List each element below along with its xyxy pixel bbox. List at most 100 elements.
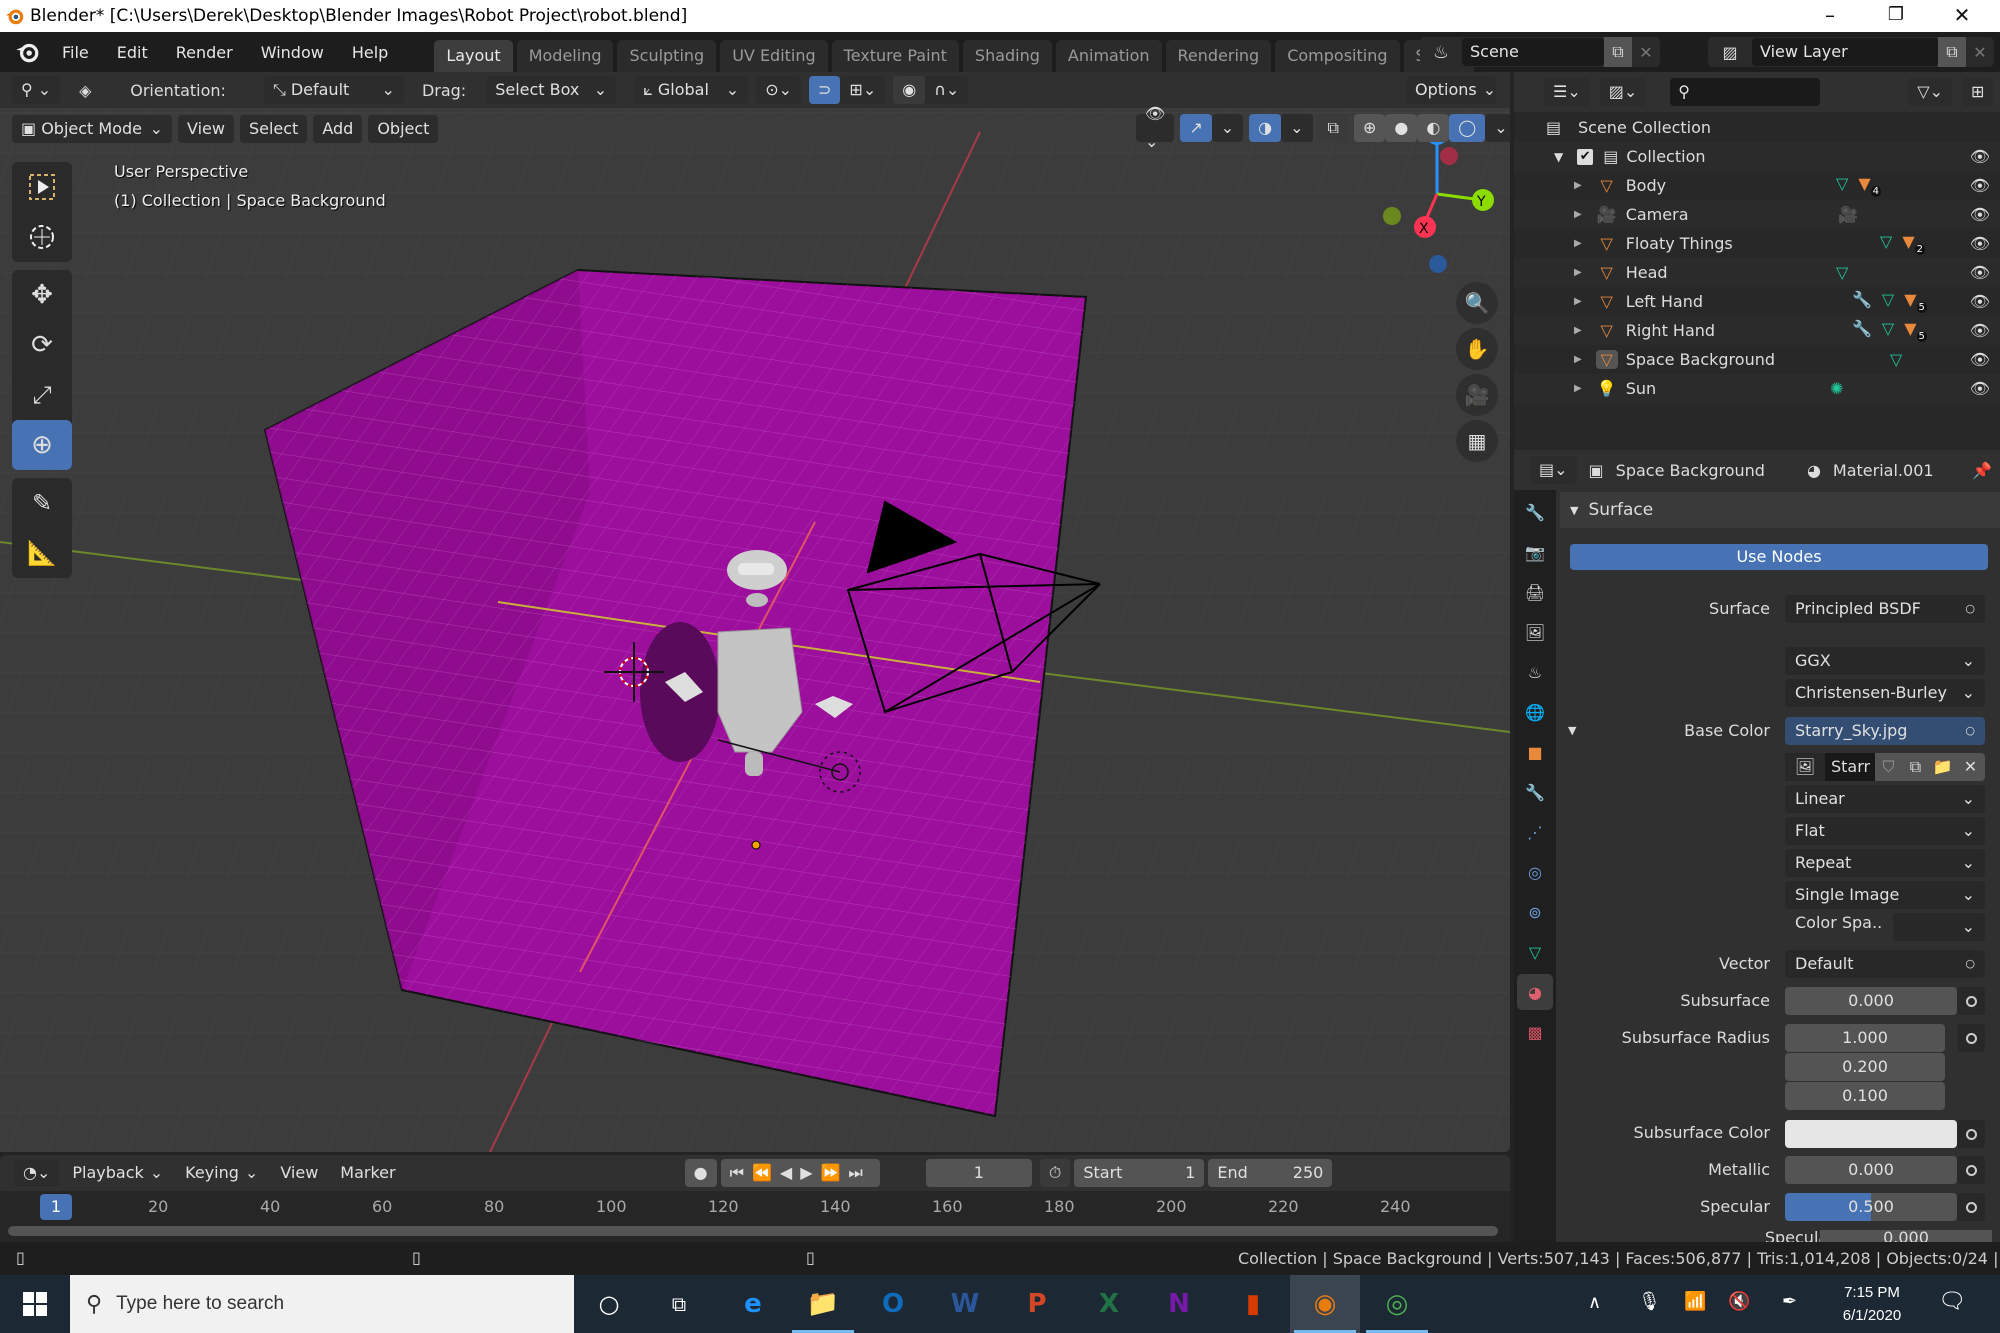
subsurface-radius-x[interactable]: 1.000	[1785, 1024, 1945, 1052]
scale-tool[interactable]: ⤢	[12, 370, 72, 420]
extension-dropdown[interactable]: Repeat ⌄	[1785, 849, 1985, 877]
duplicate-image-icon[interactable]: ⧉	[1902, 753, 1929, 781]
distribution-dropdown[interactable]: GGX ⌄	[1785, 647, 1985, 675]
duplicate-view-layer-icon[interactable]: ⧉	[1938, 37, 1966, 67]
delete-scene-icon[interactable]: ✕	[1632, 43, 1660, 62]
subsurface-slider[interactable]: 0.000	[1785, 987, 1957, 1015]
cortana-button[interactable]: ○	[574, 1275, 644, 1333]
tab-particles[interactable]: ⋰	[1517, 814, 1553, 850]
transform-tool[interactable]: ⊕	[12, 420, 72, 470]
taskbar-search-box[interactable]: ⚲ Type here to search	[70, 1275, 574, 1333]
subsurface-method-dropdown[interactable]: Christensen-Burley ⌄	[1785, 679, 1985, 707]
playback-menu[interactable]: Playback ⌄	[63, 1159, 172, 1187]
options-dropdown[interactable]: Options ⌄	[1406, 76, 1496, 104]
expand-arrow-icon[interactable]: ▶	[1574, 296, 1582, 307]
taskbar-app-file-explorer[interactable]: 📁	[788, 1275, 858, 1333]
view-layer-name[interactable]: View Layer	[1752, 38, 1938, 66]
camera-data-icon[interactable]: 🎥	[1838, 205, 1858, 224]
subsurface-socket-icon[interactable]	[1957, 987, 1985, 1015]
duplicate-scene-icon[interactable]: ⧉	[1604, 37, 1632, 67]
camera-view-button[interactable]: 🎥	[1456, 374, 1498, 416]
tab-tool[interactable]: 🔧	[1517, 494, 1553, 530]
overlay-dropdown[interactable]: ⌄	[1281, 114, 1313, 142]
start-button[interactable]	[0, 1275, 70, 1333]
mesh-data-icon[interactable]: ▽	[1880, 232, 1892, 254]
expand-arrow-icon[interactable]: ▶	[1574, 238, 1582, 249]
modifier-wrench-icon[interactable]: 🔧	[1852, 319, 1872, 341]
subsurface-radius-y[interactable]: 0.200	[1785, 1053, 1945, 1081]
maximize-button[interactable]: ❐	[1866, 0, 1926, 32]
taskbar-app-edge[interactable]: e	[718, 1275, 788, 1333]
base-color-expand-icon[interactable]: ▼	[1568, 724, 1576, 737]
collection-checkbox[interactable]: ✔	[1577, 148, 1594, 165]
specular-tint-value[interactable]: 0.000	[1820, 1230, 1992, 1242]
tool-icon-dropdown[interactable]: ⚲ ⌄	[12, 76, 61, 104]
taskbar-app-office[interactable]: ▮	[1218, 1275, 1288, 1333]
proportional-edit-toggle[interactable]: ◉	[893, 76, 926, 104]
preview-range-icon[interactable]: ⏱	[1039, 1159, 1071, 1187]
outliner-item[interactable]: ▶ 💡 Sun ✺ 👁	[1514, 374, 2000, 403]
visibility-eye-icon[interactable]: 👁	[1970, 350, 1990, 369]
minimize-button[interactable]: –	[1800, 0, 1860, 32]
viewport-menu-add[interactable]: Add	[313, 115, 363, 143]
cursor-tool[interactable]	[12, 212, 72, 262]
visibility-eye-icon[interactable]: 👁	[1970, 234, 1990, 253]
close-button[interactable]: ✕	[1932, 0, 1992, 32]
metallic-socket-icon[interactable]	[1957, 1156, 1985, 1184]
visibility-eye-icon[interactable]: 👁	[1970, 379, 1990, 398]
tab-view-layer[interactable]: 🖼	[1517, 614, 1553, 650]
interpolation-dropdown[interactable]: Linear ⌄	[1785, 785, 1985, 813]
subsurface-radius-z[interactable]: 0.100	[1785, 1082, 1945, 1110]
blender-menu-icon[interactable]	[14, 39, 40, 65]
tab-scene[interactable]: ♨	[1517, 654, 1553, 690]
action-center-icon[interactable]: 🗨	[1938, 1289, 1966, 1314]
ortho-toggle-button[interactable]: ▦	[1456, 420, 1498, 462]
rotate-tool[interactable]: ⟳	[12, 320, 72, 370]
outliner-item[interactable]: ▶ ▽ Left Hand 🔧 ▽ ▼ 5 👁	[1514, 287, 2000, 316]
material-icon[interactable]: ▼ 5	[1904, 319, 1927, 342]
visibility-eye-icon[interactable]: 👁	[1970, 292, 1990, 311]
specular-socket-icon[interactable]	[1957, 1193, 1985, 1221]
tab-uv-editing[interactable]: UV Editing	[720, 40, 828, 72]
outliner-scene-collection[interactable]: ▤ Scene Collection	[1514, 113, 2000, 142]
taskbar-app-powerpoint[interactable]: P	[1002, 1275, 1072, 1333]
filter-dropdown[interactable]: ▽⌄	[1908, 78, 1952, 106]
use-nodes-button[interactable]: Use Nodes	[1570, 544, 1988, 570]
timeline-scrollbar[interactable]	[8, 1226, 1498, 1236]
expand-arrow-icon[interactable]: ▶	[1574, 325, 1582, 336]
expand-arrow-icon[interactable]: ▶	[1574, 267, 1582, 278]
filter-view-layer-dropdown[interactable]: ▨⌄	[1599, 78, 1647, 106]
tab-sculpting[interactable]: Sculpting	[617, 40, 717, 72]
view-layer-selector[interactable]: ▨ View Layer ⧉ ✕	[1708, 37, 1994, 67]
tab-shading[interactable]: Shading	[962, 40, 1052, 72]
volume-muted-icon[interactable]: 🔇	[1728, 1291, 1750, 1312]
move-tool[interactable]: ✥	[12, 270, 72, 320]
specular-slider[interactable]: 0.500	[1785, 1193, 1957, 1221]
task-view-button[interactable]: ⧉	[644, 1275, 714, 1333]
tab-texture-paint[interactable]: Texture Paint	[831, 40, 959, 72]
keying-menu[interactable]: Keying ⌄	[176, 1159, 267, 1187]
projection-dropdown[interactable]: Flat ⌄	[1785, 817, 1985, 845]
menu-file[interactable]: File	[48, 43, 103, 62]
shading-rendered[interactable]: ◯	[1449, 114, 1486, 142]
source-dropdown[interactable]: Single Image ⌄	[1785, 881, 1985, 909]
open-image-icon[interactable]: 📁	[1929, 753, 1956, 781]
metallic-slider[interactable]: 0.000	[1785, 1156, 1957, 1184]
modifier-wrench-icon[interactable]: 🔧	[1852, 290, 1872, 312]
snap-toggle[interactable]: ⊃	[809, 76, 841, 104]
tab-animation[interactable]: Animation	[1055, 40, 1162, 72]
measure-tool[interactable]: 📐	[12, 528, 72, 578]
shading-wireframe[interactable]: ⊕	[1353, 114, 1386, 142]
expand-arrow-icon[interactable]: ▶	[1574, 180, 1582, 191]
mesh-data-icon[interactable]: ▽	[1882, 290, 1894, 312]
scene-selector[interactable]: ♨ Scene ⧉ ✕	[1420, 37, 1660, 67]
viewport-menu-view[interactable]: View	[178, 115, 234, 143]
pan-button[interactable]: ✋	[1456, 328, 1498, 370]
subsurface-color-swatch[interactable]	[1785, 1120, 1957, 1148]
visibility-dropdown[interactable]: 👁⌄	[1136, 104, 1175, 151]
mesh-data-icon[interactable]: ▽	[1882, 319, 1894, 341]
playback-controls[interactable]: ⏮⏪◀▶⏩⏭	[720, 1159, 880, 1187]
visibility-eye-icon[interactable]: 👁	[1970, 147, 1990, 166]
expand-arrow-icon[interactable]: ▶	[1574, 209, 1582, 220]
outliner-item[interactable]: ▶ ▽ Space Background ▽ 👁	[1514, 345, 2000, 374]
